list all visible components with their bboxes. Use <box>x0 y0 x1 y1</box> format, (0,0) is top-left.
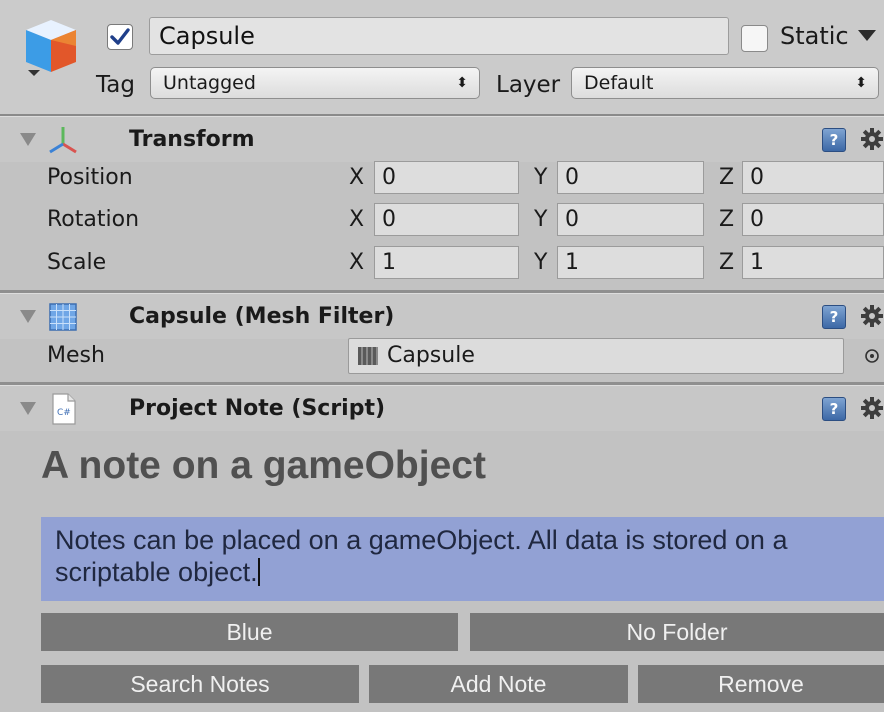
rotation-x-label[interactable]: X <box>349 205 364 235</box>
transform-axes-icon <box>49 127 77 154</box>
position-y-field[interactable]: 0 <box>557 161 704 194</box>
mesh-label: Mesh <box>47 343 105 368</box>
tag-dropdown-value: Untagged <box>163 72 256 94</box>
scale-y-label[interactable]: Y <box>534 248 547 278</box>
note-text-area[interactable]: Notes can be placed on a gameObject. All… <box>41 517 884 601</box>
active-checkbox[interactable] <box>107 24 133 50</box>
object-picker-icon[interactable] <box>864 348 880 364</box>
rotation-y-field[interactable]: 0 <box>557 203 704 236</box>
note-text: Notes can be placed on a gameObject. All… <box>55 525 788 587</box>
rotation-z-field[interactable]: 0 <box>742 203 884 236</box>
rotation-y-label[interactable]: Y <box>534 205 547 235</box>
dropdown-arrows-icon: ⬍ <box>456 75 468 91</box>
tag-dropdown[interactable]: Untagged ⬍ <box>150 67 480 99</box>
inspector-header: Capsule Static Tag Untagged ⬍ Layer Defa… <box>0 0 884 116</box>
inspector-panel: Capsule Static Tag Untagged ⬍ Layer Defa… <box>0 0 884 712</box>
mesh-value: Capsule <box>387 343 475 368</box>
tag-label: Tag <box>96 72 135 98</box>
layer-dropdown-value: Default <box>584 72 654 94</box>
position-x-label[interactable]: X <box>349 163 364 193</box>
mesh-grid-icon <box>49 303 77 331</box>
help-icon[interactable]: ? <box>822 128 846 152</box>
gear-icon[interactable] <box>860 127 884 151</box>
scale-z-field[interactable]: 1 <box>742 246 884 279</box>
help-icon[interactable]: ? <box>822 305 846 329</box>
layer-dropdown[interactable]: Default ⬍ <box>571 67 879 99</box>
scale-x-field[interactable]: 1 <box>374 246 519 279</box>
rotation-label: Rotation <box>47 207 140 232</box>
note-heading: A note on a gameObject <box>41 444 486 487</box>
script-file-icon: C# <box>52 393 76 425</box>
gear-icon[interactable] <box>860 396 884 420</box>
foldout-arrow-icon[interactable] <box>20 133 36 146</box>
remove-button[interactable]: Remove <box>638 665 884 703</box>
project-note-header[interactable]: C# Project Note (Script) ? <box>0 385 884 431</box>
mesh-filter-title: Capsule (Mesh Filter) <box>129 304 395 329</box>
mesh-asset-icon <box>358 347 378 365</box>
checkmark-icon <box>110 28 130 45</box>
search-notes-button[interactable]: Search Notes <box>41 665 359 703</box>
object-name-field[interactable]: Capsule <box>149 17 729 55</box>
scale-z-label[interactable]: Z <box>719 248 734 278</box>
static-dropdown-arrow-icon[interactable] <box>858 30 876 41</box>
transform-title: Transform <box>129 127 255 152</box>
gameobject-icon <box>26 20 76 76</box>
position-y-label[interactable]: Y <box>534 163 547 193</box>
position-x-field[interactable]: 0 <box>374 161 519 194</box>
folder-button[interactable]: No Folder <box>470 613 884 651</box>
scale-x-label[interactable]: X <box>349 248 364 278</box>
mesh-filter-header[interactable]: Capsule (Mesh Filter) ? <box>0 293 884 339</box>
foldout-arrow-icon[interactable] <box>20 310 36 323</box>
script-icon-text: C# <box>57 408 71 418</box>
position-z-field[interactable]: 0 <box>742 161 884 194</box>
layer-label: Layer <box>496 72 561 98</box>
project-note-title: Project Note (Script) <box>129 396 386 421</box>
rotation-z-label[interactable]: Z <box>719 205 734 235</box>
add-note-button[interactable]: Add Note <box>369 665 628 703</box>
mesh-object-field[interactable]: Capsule <box>348 338 844 374</box>
dropdown-arrows-icon: ⬍ <box>855 75 867 91</box>
static-label: Static <box>780 22 849 50</box>
help-icon[interactable]: ? <box>822 397 846 421</box>
color-button[interactable]: Blue <box>41 613 458 651</box>
rotation-x-field[interactable]: 0 <box>374 203 519 236</box>
transform-header[interactable]: Transform ? <box>0 116 884 162</box>
text-caret <box>257 558 260 586</box>
foldout-arrow-icon[interactable] <box>20 402 36 415</box>
position-z-label[interactable]: Z <box>719 163 734 193</box>
scale-label: Scale <box>47 250 107 275</box>
gear-icon[interactable] <box>860 304 884 328</box>
position-label: Position <box>47 165 133 190</box>
static-checkbox[interactable] <box>741 25 768 52</box>
scale-y-field[interactable]: 1 <box>557 246 704 279</box>
